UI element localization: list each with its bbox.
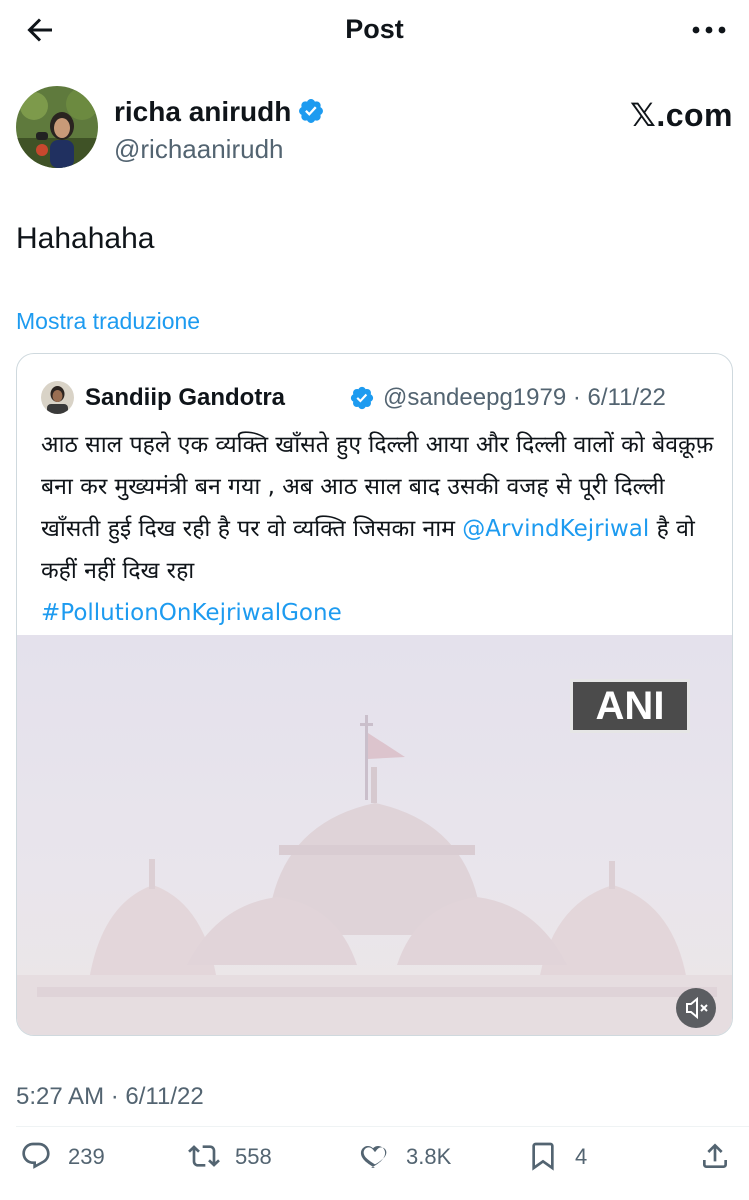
repost-button[interactable]: 558	[187, 1136, 297, 1176]
translate-link[interactable]: Mostra traduzione	[16, 308, 200, 335]
reply-count: 239	[68, 1144, 105, 1169]
more-dots-icon	[692, 26, 726, 34]
quoted-avatar-photo-icon	[41, 381, 74, 414]
quoted-media[interactable]: ANI	[17, 635, 732, 1035]
avatar[interactable]	[16, 86, 98, 168]
reply-button[interactable]: 239	[20, 1136, 130, 1176]
quoted-tweet[interactable]: Sandiip Gandotra @sandeepg1979 · 6/11/22…	[16, 353, 733, 1036]
author-handle[interactable]: @richaanirudh	[114, 134, 283, 165]
verified-badge-icon	[299, 99, 324, 123]
author-name-text: richa anirudh	[114, 96, 292, 127]
media-watermark-badge: ANI	[570, 679, 690, 733]
heart-icon	[360, 1145, 387, 1168]
more-options-button[interactable]	[689, 12, 729, 48]
action-bar: 239 558 3.8K 4	[0, 1136, 749, 1176]
speaker-muted-icon	[686, 996, 708, 1020]
mention-link[interactable]: @ArvindKejriwal	[462, 516, 649, 542]
bookmark-button[interactable]: 4	[527, 1136, 607, 1176]
like-button[interactable]: 3.8K	[358, 1136, 478, 1176]
bookmark-icon	[532, 1142, 554, 1171]
avatar-photo-icon	[16, 86, 98, 168]
watermark: 𝕏.com	[630, 97, 733, 133]
tweet-timestamp[interactable]: 5:27 AM · 6/11/22	[16, 1083, 204, 1111]
top-bar: Post	[0, 0, 749, 60]
reply-icon	[22, 1142, 50, 1169]
repost-icon	[188, 1145, 220, 1167]
quoted-tweet-text: आठ साल पहले एक व्यक्ति खाँसते हुए दिल्ली…	[41, 424, 721, 634]
quoted-avatar	[41, 381, 74, 414]
mute-button[interactable]	[676, 988, 716, 1028]
author-name[interactable]: richa anirudh	[114, 96, 325, 128]
divider	[16, 1126, 749, 1127]
share-icon	[703, 1143, 727, 1168]
tweet-text: Hahahaha	[16, 222, 155, 255]
share-button[interactable]	[699, 1136, 733, 1176]
quoted-handle-date: @sandeepg1979 · 6/11/22	[383, 384, 666, 411]
repost-count: 558	[235, 1144, 272, 1169]
hashtag-link[interactable]: #PollutionOnKejriwalGone	[41, 600, 342, 626]
page-title: Post	[345, 14, 404, 44]
quoted-author-name: Sandiip Gandotra	[85, 384, 286, 411]
like-count: 3.8K	[406, 1144, 452, 1169]
bookmark-count: 4	[575, 1144, 588, 1169]
tweet-author: richa anirudh @richaanirudh 𝕏.com	[16, 86, 733, 176]
quoted-verified-badge-icon	[350, 386, 374, 410]
